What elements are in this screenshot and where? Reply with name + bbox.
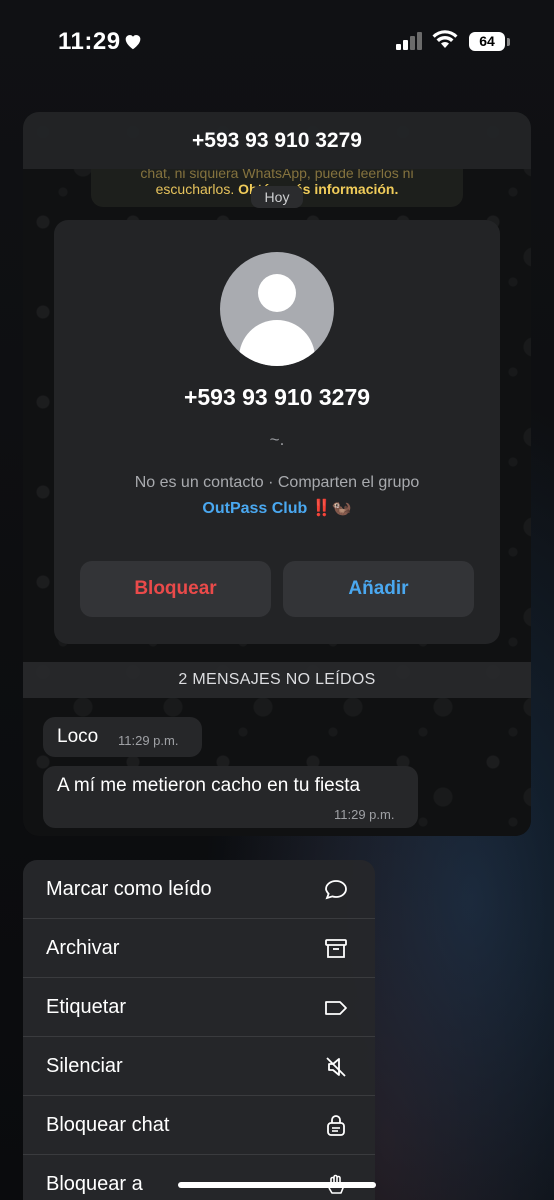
status-bar: 11:29 64 bbox=[0, 0, 554, 84]
cellular-signal-icon bbox=[396, 32, 422, 50]
menu-item-label-tag[interactable]: Etiquetar bbox=[23, 978, 375, 1037]
menu-item-label: Bloquear a bbox=[46, 1173, 143, 1195]
archive-box-icon bbox=[325, 939, 347, 958]
unknown-contact-card: +593 93 910 3279 ~. No es un contacto · … bbox=[54, 220, 500, 644]
speaker-mute-icon bbox=[326, 1057, 346, 1077]
menu-item-label: Etiquetar bbox=[46, 996, 127, 1018]
contact-phone: +593 93 910 3279 bbox=[183, 384, 371, 410]
menu-item-label: Archivar bbox=[46, 937, 120, 959]
menu-item-block-contact[interactable]: Bloquear a bbox=[23, 1155, 375, 1200]
wifi-icon bbox=[432, 30, 458, 48]
heart-icon bbox=[125, 35, 141, 50]
encryption-notice-faded: chat, ni siquiera WhatsApp, puede leerlo… bbox=[140, 169, 414, 181]
message-text: A mí me metieron cacho en tu fiesta bbox=[57, 775, 361, 796]
avatar-head bbox=[258, 274, 296, 312]
contact-subtitle: No es un contacto · Comparten el grupo bbox=[134, 474, 420, 491]
contact-name: ~. bbox=[269, 430, 285, 449]
tag-label-icon bbox=[325, 1001, 347, 1015]
message-bubble[interactable]: A mí me metieron cacho en tu fiesta 11:2… bbox=[43, 766, 418, 828]
block-button[interactable]: Bloquear bbox=[80, 561, 271, 617]
menu-item-mark-read[interactable]: Marcar como leído bbox=[23, 860, 375, 919]
battery-tip bbox=[507, 38, 510, 46]
shared-group-line: OutPass Club ‼️🦦 bbox=[54, 498, 500, 518]
avatar bbox=[220, 252, 334, 366]
chat-header-title: +593 93 910 3279 bbox=[23, 112, 531, 169]
home-indicator[interactable] bbox=[178, 1182, 376, 1188]
lock-chat-icon bbox=[327, 1115, 345, 1136]
status-time: 11:29 bbox=[58, 28, 121, 55]
message-text: Loco bbox=[57, 726, 99, 747]
group-emoji: ‼️🦦 bbox=[311, 500, 352, 517]
add-contact-button[interactable]: Añadir bbox=[283, 561, 474, 617]
message-bubble[interactable]: Loco 11:29 p.m. bbox=[43, 717, 202, 757]
unread-messages-divider: 2 MENSAJES NO LEÍDOS bbox=[23, 662, 531, 698]
message-time: 11:29 p.m. bbox=[334, 807, 395, 822]
message-time: 11:29 p.m. bbox=[118, 733, 179, 748]
encryption-notice-text: escucharlos. bbox=[155, 181, 235, 197]
avatar-body bbox=[239, 320, 315, 366]
menu-item-label: Marcar como leído bbox=[46, 878, 212, 900]
menu-item-label: Bloquear chat bbox=[46, 1114, 170, 1136]
date-chip: Hoy bbox=[251, 186, 303, 208]
menu-item-archive[interactable]: Archivar bbox=[23, 919, 375, 978]
chat-context-menu: Marcar como leído Archivar Etiquetar Sil… bbox=[23, 860, 375, 1200]
shared-group-link[interactable]: OutPass Club bbox=[202, 500, 307, 517]
chat-preview[interactable]: chat, ni siquiera WhatsApp, puede leerlo… bbox=[23, 112, 531, 836]
menu-item-lock-chat[interactable]: Bloquear chat bbox=[23, 1096, 375, 1155]
battery-indicator: 64 bbox=[469, 32, 505, 51]
menu-item-mute[interactable]: Silenciar bbox=[23, 1037, 375, 1096]
menu-item-label: Silenciar bbox=[46, 1055, 123, 1077]
chat-bubble-icon bbox=[325, 880, 347, 900]
